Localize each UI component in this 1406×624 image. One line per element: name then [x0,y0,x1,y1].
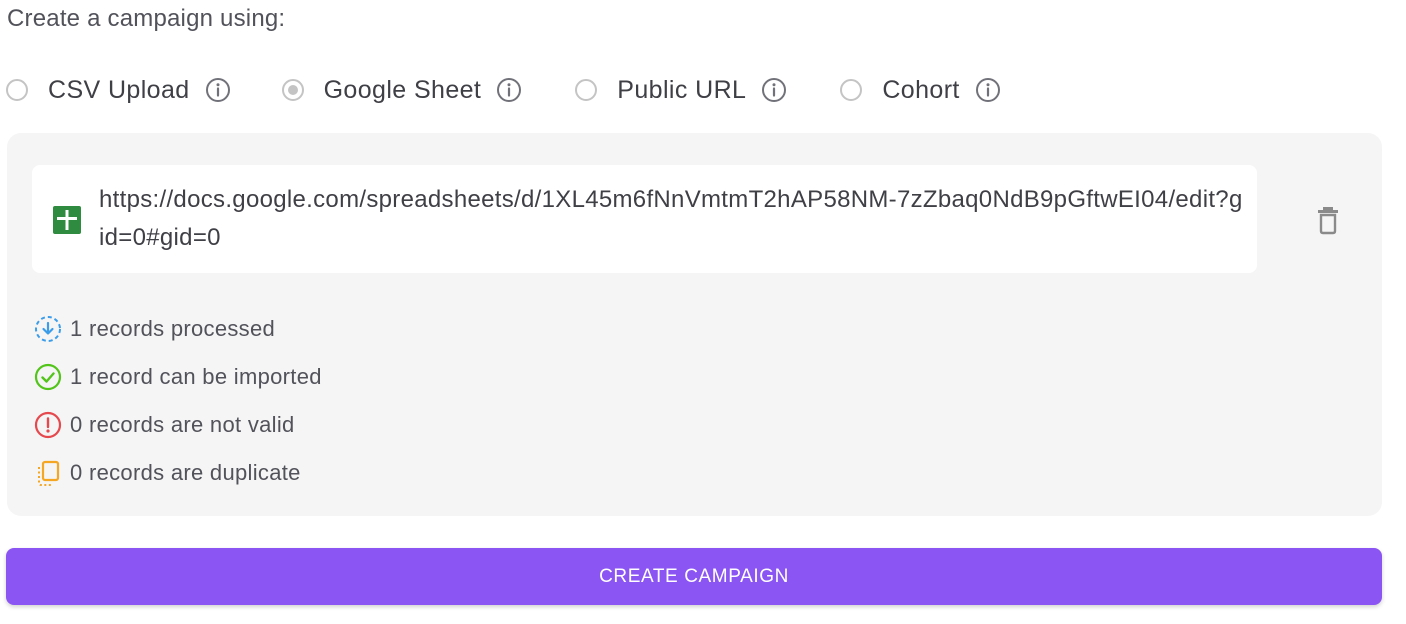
delete-icon[interactable] [1314,205,1342,235]
stat-importable: 1 record can be imported [34,353,322,401]
option-label: CSV Upload [48,75,190,104]
option-csv-upload[interactable]: CSV Upload [6,76,231,105]
stat-label: 1 records processed [70,316,276,341]
info-icon[interactable] [761,77,787,103]
info-icon[interactable] [496,77,522,103]
stat-invalid: 0 records are not valid [34,401,322,449]
heading: Create a campaign using: [7,5,286,32]
stat-label: 1 record can be imported [70,364,322,389]
download-circle-icon [34,315,62,343]
option-public-url[interactable]: Public URL [575,76,787,105]
info-icon[interactable] [975,77,1001,103]
radio-public-url[interactable] [575,79,598,101]
option-google-sheet[interactable]: Google Sheet [281,75,523,105]
radio-cohort[interactable] [840,79,863,101]
check-circle-icon [34,363,62,391]
import-stats: 1 records processed 1 record can be impo… [34,305,322,497]
alert-circle-icon [34,411,62,439]
source-url-box: https://docs.google.com/spreadsheets/d/1… [32,165,1257,273]
stat-processed: 1 records processed [34,305,322,353]
radio-google-sheet[interactable] [281,79,304,101]
source-url: https://docs.google.com/spreadsheets/d/1… [99,186,1243,251]
google-sheets-icon [53,206,81,234]
stat-duplicate: 0 records are duplicate [34,449,322,497]
option-label: Cohort [882,75,960,104]
duplicate-icon [34,459,62,487]
option-label: Public URL [617,75,747,104]
option-label: Google Sheet [323,75,482,104]
stat-label: 0 records are not valid [70,412,295,437]
info-icon[interactable] [205,77,231,103]
import-panel: https://docs.google.com/spreadsheets/d/1… [7,133,1382,516]
stat-label: 0 records are duplicate [70,460,301,485]
create-campaign-button[interactable]: CREATE CAMPAIGN [6,548,1382,605]
radio-csv-upload[interactable] [6,79,28,101]
option-cohort[interactable]: Cohort [840,76,1000,105]
source-options: CSV Upload Google Sheet Public URL Cohor… [6,72,1001,108]
